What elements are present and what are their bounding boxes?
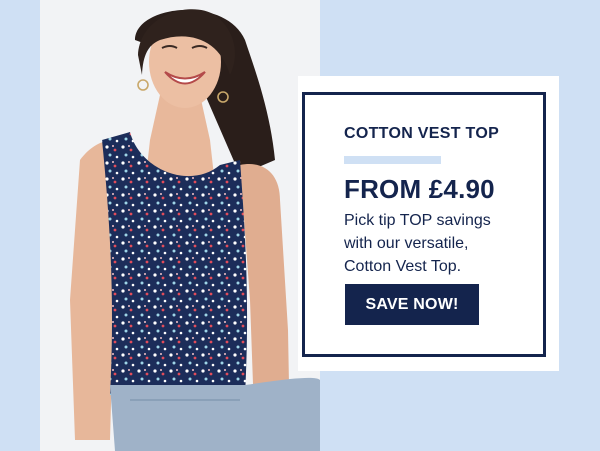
promo-description: Pick tip TOP savings with our versatile,… xyxy=(344,209,540,278)
product-photo xyxy=(40,0,320,451)
promo-description-line: Cotton Vest Top. xyxy=(344,258,462,275)
promo-description-line: with our versatile, xyxy=(344,235,469,252)
save-now-button[interactable]: SAVE NOW! xyxy=(345,284,479,325)
promo-description-line: Pick tip TOP savings xyxy=(344,212,491,229)
price-headline: FROM £4.90 xyxy=(344,174,495,204)
product-name: COTTON VEST TOP xyxy=(344,125,500,142)
accent-bar xyxy=(344,156,441,164)
